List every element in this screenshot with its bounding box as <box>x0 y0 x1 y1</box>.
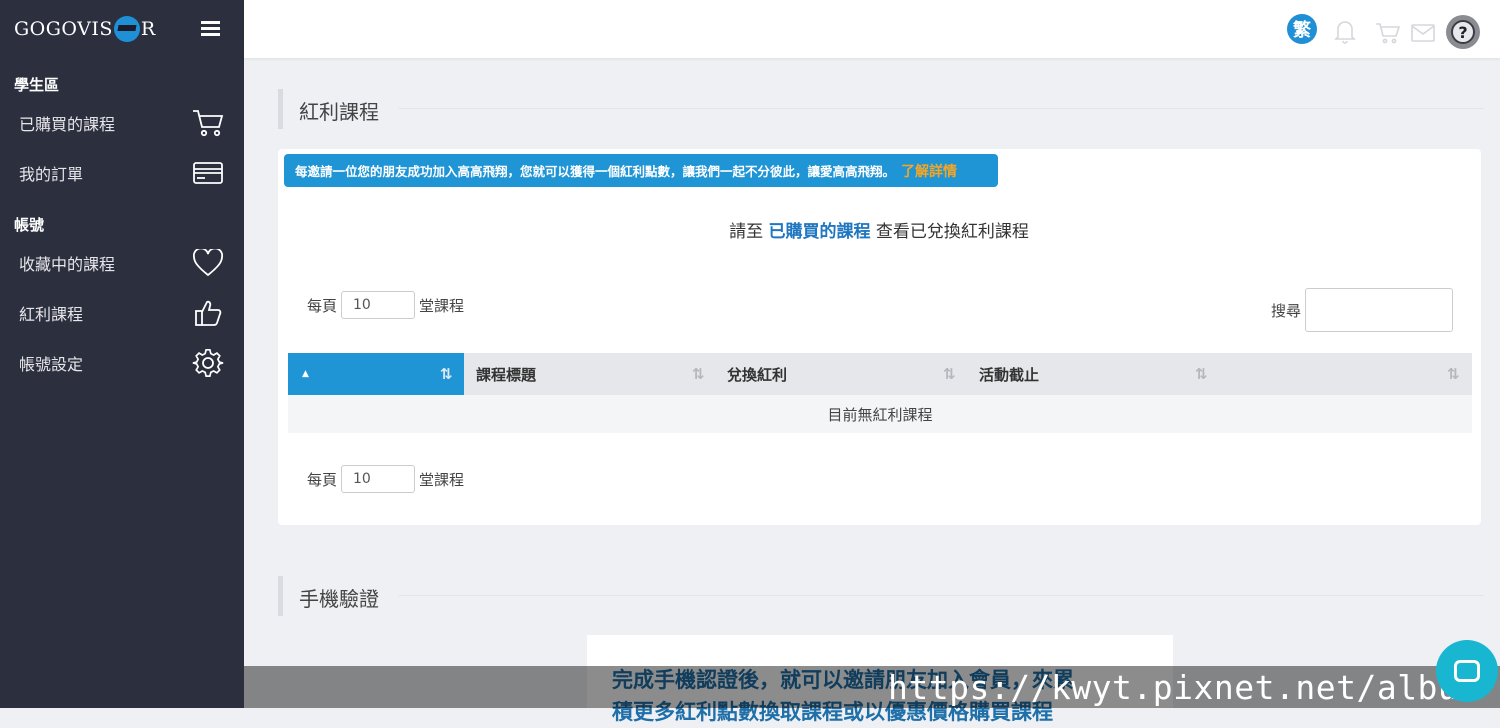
logo[interactable]: GOGOVIS R <box>14 16 156 42</box>
sort-icon: ⇅ <box>1195 365 1208 383</box>
section-title: 手機驗證 <box>299 587 379 611</box>
sidebar-item-purchased-courses[interactable]: 已購買的課程 <box>0 103 244 143</box>
column-header-deadline[interactable]: 活動截止 ⇅ <box>979 353 1223 395</box>
column-header-index[interactable]: ▲ ⇅ <box>288 353 464 395</box>
heart-icon <box>191 247 225 279</box>
per-page-prefix: 每頁 <box>307 470 338 489</box>
page-length-control-bottom: 每頁 10 堂課程 <box>307 465 464 493</box>
sidebar-item-account-settings[interactable]: 帳號設定 <box>0 343 244 383</box>
purchased-courses-link[interactable]: 已購買的課程 <box>769 222 871 242</box>
learn-more-link[interactable]: 了解詳情 <box>901 161 957 181</box>
thumbs-up-icon <box>191 297 225 329</box>
section-divider <box>399 108 1484 109</box>
redirect-message: 請至 已購買的課程 查看已兌換紅利課程 <box>0 217 1500 242</box>
redirect-prefix: 請至 <box>729 222 764 242</box>
per-page-suffix: 堂課程 <box>419 296 465 315</box>
chat-widget-button[interactable] <box>1436 640 1498 702</box>
sort-icon: ⇅ <box>943 365 956 383</box>
sidebar-section-student: 學生區 <box>14 76 60 94</box>
per-page-suffix: 堂課程 <box>419 470 465 489</box>
per-page-prefix: 每頁 <box>307 296 338 315</box>
page-length-select[interactable]: 10 <box>341 291 416 319</box>
bell-icon[interactable] <box>1334 18 1356 48</box>
help-avatar-button[interactable]: ? <box>1446 15 1480 49</box>
phone-section-header: 手機驗證 <box>278 576 1484 616</box>
help-icon: ? <box>1451 20 1475 44</box>
sort-icon: ⇅ <box>1447 365 1460 383</box>
invite-notice-banner: 每邀請一位您的朋友成功加入高高飛翔，您就可以獲得一個紅利點數，讓我們一起不分彼此… <box>284 154 998 187</box>
sidebar-item-my-orders[interactable]: 我的訂單 <box>0 153 244 193</box>
bonus-section-header: 紅利課程 <box>278 89 1484 129</box>
redirect-suffix: 查看已兌換紅利課程 <box>875 222 1029 242</box>
menu-toggle-icon[interactable] <box>201 21 220 37</box>
sidebar-item-label: 已購買的課程 <box>19 115 116 134</box>
logo-text-left: GOGOVIS <box>14 18 113 40</box>
logo-text-right: R <box>140 18 156 40</box>
mail-icon[interactable] <box>1411 24 1435 46</box>
language-switch-button[interactable]: 繁 <box>1287 14 1317 44</box>
sidebar-item-bonus-courses[interactable]: 紅利課程 <box>0 293 244 333</box>
table-header: ▲ ⇅ 課程標題 ⇅ 兌換紅利 ⇅ 活動截止 ⇅ ⇅ <box>288 353 1472 395</box>
shopping-cart-icon[interactable] <box>1375 22 1401 48</box>
section-title: 紅利課程 <box>299 100 379 124</box>
sidebar-item-label: 帳號設定 <box>19 355 84 374</box>
table-empty-row: 目前無紅利課程 <box>288 395 1472 433</box>
notice-text: 每邀請一位您的朋友成功加入高高飛翔，您就可以獲得一個紅利點數，讓我們一起不分彼此… <box>295 164 896 179</box>
gear-icon <box>191 347 225 379</box>
page-length-select[interactable]: 10 <box>341 465 416 493</box>
column-header-course-title[interactable]: 課程標題 ⇅ <box>476 353 720 395</box>
sidebar-item-favorite-courses[interactable]: 收藏中的課程 <box>0 243 244 283</box>
sidebar-item-label: 紅利課程 <box>19 305 84 324</box>
page-length-control-top: 每頁 10 堂課程 <box>307 291 464 319</box>
table-search: 搜尋 <box>1271 288 1454 332</box>
sidebar-item-label: 我的訂單 <box>19 165 84 184</box>
column-header-bonus-points[interactable]: 兌換紅利 ⇅ <box>727 353 971 395</box>
sidebar: GOGOVIS R 學生區 已購買的課程 我的訂單 帳號 收藏中的課程 紅利課程… <box>0 0 244 708</box>
search-label: 搜尋 <box>1271 301 1302 320</box>
cart-icon <box>191 107 225 139</box>
column-header-extra[interactable]: ⇅ <box>1223 353 1472 395</box>
watermark-bar: https://kwyt.pixnet.net/album <box>244 666 1500 708</box>
search-input[interactable] <box>1305 288 1454 332</box>
credit-card-icon <box>191 157 225 189</box>
sort-up-icon: ▲ <box>302 369 309 379</box>
watermark-text: https://kwyt.pixnet.net/album <box>888 668 1479 707</box>
section-divider <box>399 595 1484 596</box>
sidebar-item-label: 收藏中的課程 <box>19 255 116 274</box>
sort-icon: ⇅ <box>692 365 705 383</box>
graduation-cap-icon <box>113 16 140 42</box>
sort-icon: ⇅ <box>440 365 453 383</box>
chat-icon <box>1454 660 1480 682</box>
